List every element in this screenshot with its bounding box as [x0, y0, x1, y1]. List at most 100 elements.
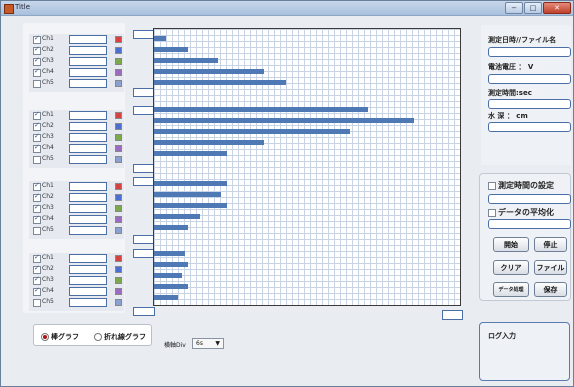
chart-bar — [154, 181, 227, 186]
channel-checkbox[interactable] — [33, 192, 41, 202]
line-graph-radio[interactable] — [94, 333, 102, 341]
channel-value-field[interactable] — [69, 133, 107, 142]
chart-bar — [154, 140, 264, 145]
channel-color-swatch[interactable] — [115, 36, 122, 43]
voltage-field[interactable] — [488, 74, 571, 84]
channel-value-field[interactable] — [69, 182, 107, 191]
depth-field[interactable] — [488, 122, 571, 132]
group-max-field[interactable] — [133, 249, 155, 258]
channel-color-swatch[interactable] — [115, 277, 122, 284]
close-icon[interactable]: ✕ — [543, 2, 571, 14]
channel-label: Ch3 — [42, 57, 54, 64]
channel-value-field[interactable] — [69, 144, 107, 153]
averaging-label: データの平均化 — [498, 208, 554, 217]
channel-value-field[interactable] — [69, 155, 107, 164]
channel-color-swatch[interactable] — [115, 123, 122, 130]
channel-color-swatch[interactable] — [115, 112, 122, 119]
channel-value-field[interactable] — [69, 265, 107, 274]
channel-row: Ch3 — [29, 275, 124, 286]
group-min-field[interactable] — [133, 88, 155, 97]
file-button[interactable]: ファイル — [534, 260, 567, 275]
channel-color-swatch[interactable] — [115, 216, 122, 223]
channel-value-field[interactable] — [69, 276, 107, 285]
display-select[interactable]: 6s ▼ — [192, 338, 224, 349]
bar-graph-radio[interactable] — [41, 333, 49, 341]
group-min-field[interactable] — [133, 307, 155, 316]
channel-checkbox[interactable] — [33, 275, 41, 285]
time-field[interactable] — [488, 99, 571, 109]
measure-time-field[interactable] — [488, 194, 571, 204]
channel-color-swatch[interactable] — [115, 183, 122, 190]
channel-checkbox[interactable] — [33, 181, 41, 191]
group-max-field[interactable] — [133, 177, 155, 186]
channel-color-swatch[interactable] — [115, 134, 122, 141]
channel-row: Ch5 — [29, 79, 124, 89]
datetime-field[interactable] — [488, 47, 571, 57]
channel-checkbox[interactable] — [33, 286, 41, 296]
channel-value-field[interactable] — [69, 111, 107, 120]
channel-checkbox[interactable] — [33, 299, 41, 307]
channel-value-field[interactable] — [69, 298, 107, 307]
minimize-icon[interactable]: − — [505, 2, 523, 14]
averaging-checkbox[interactable] — [488, 209, 496, 217]
channel-checkbox[interactable] — [33, 156, 41, 164]
channel-checkbox[interactable] — [33, 214, 41, 224]
display-select-label: 横軸Div — [164, 342, 186, 349]
channel-value-field[interactable] — [69, 287, 107, 296]
channel-value-field[interactable] — [69, 122, 107, 131]
channel-color-swatch[interactable] — [115, 69, 122, 76]
averaging-field[interactable] — [488, 219, 571, 229]
chart-bar — [154, 47, 188, 52]
channel-value-field[interactable] — [69, 68, 107, 77]
save-button[interactable]: 保存 — [534, 282, 567, 297]
channel-checkbox[interactable] — [33, 110, 41, 120]
channel-value-field[interactable] — [69, 79, 107, 88]
channel-value-field[interactable] — [69, 215, 107, 224]
start-button[interactable]: 開始 — [493, 237, 529, 252]
channel-checkbox[interactable] — [33, 253, 41, 263]
channel-color-swatch[interactable] — [115, 255, 122, 262]
group-min-field[interactable] — [133, 164, 155, 173]
channel-value-field[interactable] — [69, 46, 107, 55]
channel-color-swatch[interactable] — [115, 58, 122, 65]
data-process-button[interactable]: データ処理 — [493, 282, 529, 297]
measure-time-checkbox[interactable] — [488, 182, 496, 190]
maximize-icon[interactable]: □ — [524, 2, 542, 14]
channel-color-swatch[interactable] — [115, 288, 122, 295]
channel-checkbox[interactable] — [33, 67, 41, 77]
stop-button[interactable]: 停止 — [534, 237, 567, 252]
channel-checkbox[interactable] — [33, 34, 41, 44]
channel-color-swatch[interactable] — [115, 299, 122, 306]
channel-color-swatch[interactable] — [115, 194, 122, 201]
group-max-field[interactable] — [133, 106, 155, 115]
chart-scale-field[interactable] — [442, 310, 463, 320]
channel-value-field[interactable] — [69, 226, 107, 235]
channel-color-swatch[interactable] — [115, 205, 122, 212]
channel-value-field[interactable] — [69, 35, 107, 44]
channel-value-field[interactable] — [69, 193, 107, 202]
channel-color-swatch[interactable] — [115, 156, 122, 163]
channel-checkbox[interactable] — [33, 80, 41, 88]
channel-checkbox[interactable] — [33, 56, 41, 66]
channel-value-field[interactable] — [69, 254, 107, 263]
channel-color-swatch[interactable] — [115, 266, 122, 273]
channel-checkbox[interactable] — [33, 227, 41, 235]
chart-bar — [154, 80, 286, 85]
chart-bar — [154, 58, 218, 63]
channel-value-field[interactable] — [69, 204, 107, 213]
group-max-field[interactable] — [133, 30, 155, 39]
channel-checkbox[interactable] — [33, 132, 41, 142]
clear-button[interactable]: クリア — [493, 260, 529, 275]
channel-checkbox[interactable] — [33, 121, 41, 131]
channel-color-swatch[interactable] — [115, 145, 122, 152]
group-min-field[interactable] — [133, 235, 155, 244]
log-panel[interactable]: ログ入力 — [479, 322, 570, 381]
channel-checkbox[interactable] — [33, 264, 41, 274]
channel-color-swatch[interactable] — [115, 47, 122, 54]
channel-checkbox[interactable] — [33, 143, 41, 153]
channel-checkbox[interactable] — [33, 203, 41, 213]
channel-value-field[interactable] — [69, 57, 107, 66]
channel-color-swatch[interactable] — [115, 80, 122, 87]
channel-checkbox[interactable] — [33, 45, 41, 55]
channel-color-swatch[interactable] — [115, 227, 122, 234]
